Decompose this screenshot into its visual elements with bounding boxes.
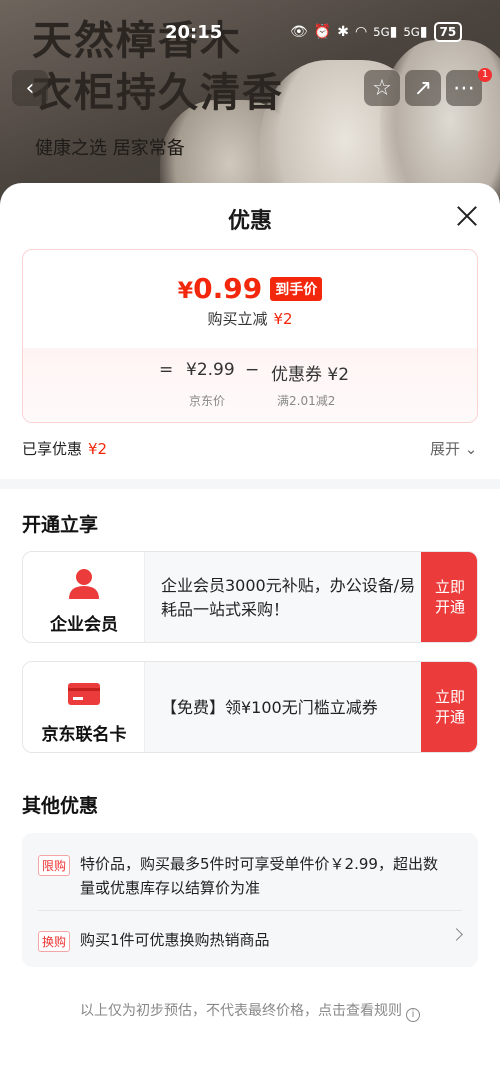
more-icon: ⋯ [453,75,475,101]
close-button[interactable] [452,201,482,231]
card-description: 【免费】领¥100无门槛立减券 [161,698,378,717]
trade-in-row[interactable]: 换购 购买1件可优惠换购热销商品 [38,931,458,952]
coupon-value: 优惠券 ¥2 [271,365,350,385]
enterprise-member-card[interactable]: 企业会员 企业会员3000元补贴，办公设备/易耗品一站式采购！ 立即开通 [22,551,478,643]
status-icons: 👁 ⏰ ✱ ◠ 5G▮ 5G▮ 75 [290,22,463,42]
signal-icon-2: 5G▮ [403,24,428,40]
credit-card-icon [68,683,100,705]
price-card: ¥0.99 到手价 购买立减 ¥2 = ¥2.99 − 优惠券 ¥2 京东价 满2… [22,249,478,423]
rules-note[interactable]: 以上仅为初步预估，不代表最终价格，点击查看规则 i [0,1000,500,1022]
limit-badge: 限购 [38,855,71,876]
final-price-tag: 到手价 [270,276,323,301]
enjoyed-discount: 已享优惠 ¥2 [22,440,108,458]
base-price-label: 京东价 [189,394,226,408]
bluetooth-icon: ✱ [337,24,349,40]
wifi-icon: ◠ [354,24,368,40]
section-divider [0,479,500,489]
card-name: 京东联名卡 [41,725,127,745]
trade-in-badge: 换购 [38,931,71,952]
open-now-button[interactable]: 立即开通 [421,662,477,752]
back-button[interactable]: ‹ [12,70,48,106]
list-item-text: 购买1件可优惠换购热销商品 [80,931,270,949]
hero-title-line2: 衣柜持久清香 [32,69,284,116]
coupon-label: 满2.01减2 [277,394,336,408]
co-brand-card[interactable]: 京东联名卡 【免费】领¥100无门槛立减券 立即开通 [22,661,478,753]
base-price: ¥2.99 [186,360,235,380]
divider [38,910,462,911]
favorite-button[interactable]: ☆ [364,70,400,106]
chevron-left-icon: ‹ [25,75,35,101]
notification-badge: 1 [478,68,492,82]
list-item: 限购 特价品，购买最多5件时可享受单件价￥2.99，超出数量或优惠库存以结算价为… [38,855,458,897]
open-now-button[interactable]: 立即开通 [421,552,477,642]
expand-button[interactable]: 展开 ⌄ [430,438,477,459]
card-name: 企业会员 [50,615,118,635]
equals-sign: = [159,360,174,380]
hero-subtitle: 健康之选 居家常备 [35,138,185,159]
reduce-row: 购买立减 ¥2 [207,310,293,328]
chevron-down-icon: ⌄ [464,440,478,458]
more-button[interactable]: ⋯ [446,70,482,106]
star-icon: ☆ [372,75,392,101]
signal-icon: 5G▮ [373,24,398,40]
status-time: 20:15 [165,22,223,43]
battery-icon: 75 [433,22,463,42]
sheet-title: 优惠 [227,209,272,234]
user-icon [69,569,99,599]
other-discounts: 限购 特价品，购买最多5件时可享受单件价￥2.99，超出数量或优惠库存以结算价为… [22,833,478,967]
open-section-title: 开通立享 [22,514,99,536]
share-button[interactable]: ↗ [405,70,441,106]
info-icon: i [406,1008,420,1022]
other-section-title: 其他优惠 [22,795,99,817]
card-description: 企业会员3000元补贴，办公设备/易耗品一站式采购！ [161,576,416,619]
list-item-text: 特价品，购买最多5件时可享受单件价￥2.99，超出数量或优惠库存以结算价为准 [80,855,438,897]
discount-sheet: 优惠 ¥0.99 到手价 购买立减 ¥2 = ¥2.99 − 优惠券 ¥2 京东价… [0,183,500,1085]
alarm-icon: ⏰ [313,24,332,40]
minus-sign: − [245,360,260,380]
price-formula: = ¥2.99 − 优惠券 ¥2 京东价 满2.01减2 [23,348,477,422]
eye-icon: 👁 [290,24,308,40]
final-price: ¥0.99 [177,272,263,305]
share-icon: ↗ [413,75,433,101]
